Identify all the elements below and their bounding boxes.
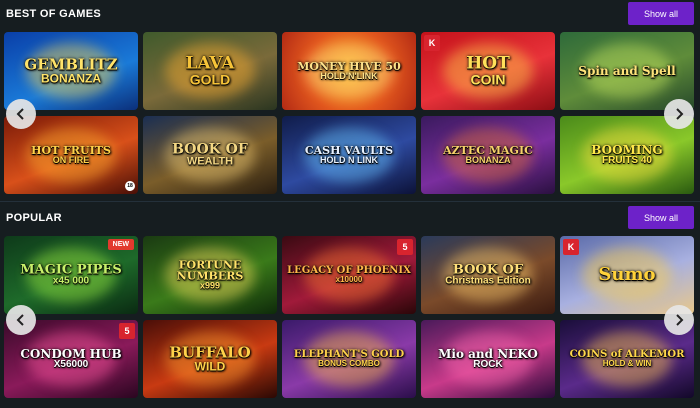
game-tile[interactable]: Sumo K (560, 236, 694, 314)
game-title-main: FORTUNE NUMBERS (176, 258, 244, 283)
game-tile[interactable]: FORTUNE NUMBERS x999 (143, 236, 277, 314)
game-title: COINS of ALKEMOR HOLD & WIN (564, 350, 690, 368)
game-title-main: Sumo (598, 264, 656, 285)
game-title-sub: BONANZA (41, 71, 101, 86)
section-best-of-games: BEST OF GAMES Show all GEMBLITZ BONANZA LA… (0, 0, 700, 194)
game-title: MONEY HIVE 50 HOLD'N'LINK (286, 61, 412, 81)
game-title: LEGACY OF PHOENIX x10000 (286, 266, 412, 284)
game-title: CONDOM HUB X56000 (8, 348, 134, 370)
provider-logo-icon: K (563, 239, 579, 255)
section-title: BEST OF GAMES (6, 8, 101, 20)
game-title: Sumo (564, 266, 690, 284)
game-title-sub: BONUS COMBO (318, 359, 380, 368)
game-tile[interactable]: Mio and NEKO ROCK (421, 320, 555, 398)
game-title-sub: WEALTH (186, 155, 234, 168)
section-title: POPULAR (6, 212, 62, 224)
game-title-sub: x999 (199, 280, 221, 291)
section-header: BEST OF GAMES Show all (0, 0, 700, 30)
age-rating-icon: 18 (125, 181, 135, 191)
provider-logo-icon: K (424, 35, 440, 51)
game-title: BUFFALO WILD (147, 345, 273, 374)
game-title: FORTUNE NUMBERS x999 (147, 260, 273, 291)
game-title-sub: BONANZA (465, 155, 511, 165)
game-tile[interactable]: BOOK OF WEALTH (143, 116, 277, 194)
chevron-right-icon (676, 108, 684, 120)
game-title-main: LAVA (185, 53, 235, 74)
chevron-left-icon (16, 108, 24, 120)
scroll-left-button[interactable] (6, 99, 36, 129)
game-title-sub: FRUITS 40 (601, 155, 652, 166)
game-tile[interactable]: MONEY HIVE 50 HOLD'N'LINK (282, 32, 416, 110)
game-title: CASH VAULTS HOLD N LINK (286, 145, 412, 165)
game-title: HOT COIN (425, 53, 551, 88)
game-title-sub: ON FIRE (52, 155, 90, 165)
scroll-left-button[interactable] (6, 305, 36, 335)
game-title: Mio and NEKO ROCK (425, 348, 551, 370)
game-title: BOOK OF Christmas Edition (425, 264, 551, 287)
scroll-right-button[interactable] (664, 99, 694, 129)
provider-logo-icon: 5 (397, 239, 413, 255)
game-title-sub: GOLD (189, 71, 231, 88)
game-tile[interactable]: HOT COIN K (421, 32, 555, 110)
game-tile[interactable]: BOOK OF Christmas Edition (421, 236, 555, 314)
game-title: Spin and Spell (564, 65, 690, 77)
game-tile[interactable]: GEMBLITZ BONANZA (4, 32, 138, 110)
game-tile[interactable]: AZTEC MAGIC BONANZA (421, 116, 555, 194)
chevron-left-icon (16, 314, 24, 326)
game-title: AZTEC MAGIC BONANZA (425, 145, 551, 165)
game-title: BOOMING FRUITS 40 (564, 144, 690, 166)
new-badge: NEW (107, 239, 134, 250)
show-all-button[interactable]: Show all (628, 206, 694, 229)
game-title: MAGIC PIPES x45 000 (8, 264, 134, 287)
game-title-sub: x45 000 (52, 275, 90, 287)
provider-logo-icon: 5 (119, 323, 135, 339)
scroll-right-button[interactable] (664, 305, 694, 335)
game-title-sub: X56000 (53, 359, 89, 370)
game-tile[interactable]: MAGIC PIPES x45 000 NEW (4, 236, 138, 314)
game-tile[interactable]: Spin and Spell (560, 32, 694, 110)
game-tile[interactable]: BUFFALO WILD (143, 320, 277, 398)
game-tile[interactable]: CASH VAULTS HOLD N LINK (282, 116, 416, 194)
section-divider (0, 201, 700, 202)
game-title: GEMBLITZ BONANZA (8, 57, 134, 86)
game-title: HOT FRUITS ON FIRE (8, 145, 134, 165)
section-header: POPULAR Show all (0, 204, 700, 234)
game-title-sub: HOLD N LINK (320, 155, 378, 165)
game-title-sub: Christmas Edition (445, 275, 531, 287)
game-tile[interactable]: ELEPHANT'S GOLD BONUS COMBO (282, 320, 416, 398)
game-title: ELEPHANT'S GOLD BONUS COMBO (286, 350, 412, 368)
game-tile[interactable]: LEGACY OF PHOENIX x10000 5 (282, 236, 416, 314)
game-title-sub: ROCK (473, 359, 503, 370)
game-title-main: Spin and Spell (578, 64, 676, 78)
game-title-sub: HOLD & WIN (602, 359, 652, 368)
game-title: LAVA GOLD (147, 53, 273, 88)
game-title-sub: WILD (194, 359, 226, 374)
game-title-sub: COIN (470, 71, 506, 88)
chevron-right-icon (676, 314, 684, 326)
game-title-sub: x10000 (335, 275, 363, 284)
game-title-main: HOT (466, 53, 510, 74)
game-tile[interactable]: LAVA GOLD (143, 32, 277, 110)
show-all-button[interactable]: Show all (628, 2, 694, 25)
game-title-sub: HOLD'N'LINK (320, 71, 378, 81)
section-popular: POPULAR Show all MAGIC PIPES x45 000 NEW FO… (0, 204, 700, 398)
game-title: BOOK OF WEALTH (147, 143, 273, 168)
